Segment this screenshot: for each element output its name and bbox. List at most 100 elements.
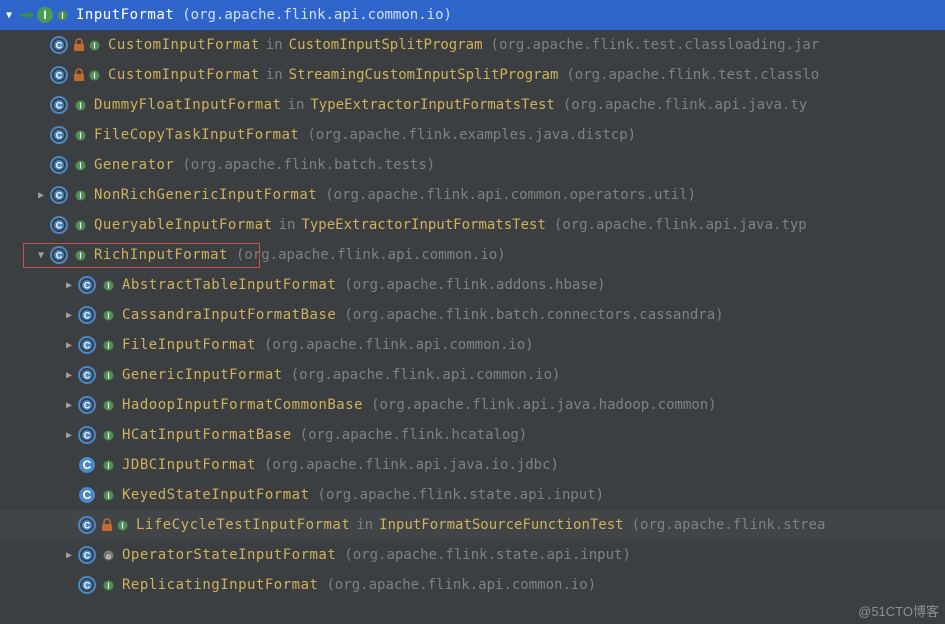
enclosing-class-name: InputFormatSourceFunctionTest [379,517,623,533]
class-icon [78,486,96,504]
implements-badge-icon [103,400,114,411]
package-name: (org.apache.flink.api.common.io) [326,577,596,593]
class-name: AbstractTableInputFormat [122,277,336,293]
implements-badge-icon [75,160,86,171]
implements-badge-icon [103,430,114,441]
class-name: GenericInputFormat [122,367,283,383]
tree-item[interactable]: ▶ GenericInputFormat (org.apache.flink.api… [0,360,945,390]
expand-right-icon[interactable]: ▶ [60,310,78,321]
tree-item[interactable]: ▶DummyFloatInputFormatinTypeExtractorInp… [0,90,945,120]
tree-item[interactable]: ▶ CassandraInputFormatBase (org.apache.fli… [0,300,945,330]
abstract-class-icon [78,396,96,414]
implements-badge-icon [89,70,100,81]
package-name: (org.apache.flink.state.api.input) [344,547,631,563]
implements-badge-icon [103,310,114,321]
expand-down-icon[interactable]: ▼ [0,10,18,21]
tree-root[interactable]: ▼ InputFormat (org.apache.flink.api.common… [0,0,945,30]
package-name: (org.apache.flink.batch.connectors.cassa… [344,307,723,323]
implements-badge-icon [103,490,114,501]
class-name: JDBCInputFormat [122,457,256,473]
expand-right-icon[interactable]: ▶ [60,280,78,291]
class-name: NonRichGenericInputFormat [94,187,317,203]
abstract-class-icon [50,96,68,114]
abstract-class-icon [78,546,96,564]
expand-right-icon[interactable]: ▶ [32,190,50,201]
tree-item[interactable]: ▶ OperatorStateInputFormat (org.apache.fli… [0,540,945,570]
expand-right-icon[interactable]: ▶ [60,550,78,561]
tree-item[interactable]: ▼ RichInputFormat (org.apache.flink.api.co… [0,240,945,270]
package-name: (org.apache.flink.api.common.io) [264,337,534,353]
override-badge-icon [103,550,114,561]
tree-item[interactable]: ▶QueryableInputFormatinTypeExtractorInpu… [0,210,945,240]
abstract-class-icon [50,156,68,174]
abstract-class-icon [50,186,68,204]
tree-item[interactable]: ▶ HadoopInputFormatCommonBase (org.apache.… [0,390,945,420]
class-name: CassandraInputFormatBase [122,307,336,323]
package-name: (org.apache.flink.api.common.io) [182,7,452,23]
expand-right-icon[interactable]: ▶ [60,340,78,351]
class-name: LifeCycleTestInputFormat [136,517,350,533]
abstract-class-icon [50,36,68,54]
tree-item[interactable]: ▶CustomInputFormatinCustomInputSplitProg… [0,30,945,60]
tree-item[interactable]: ▶Generator(org.apache.flink.batch.tests) [0,150,945,180]
tree-item[interactable]: ▶ReplicatingInputFormat(org.apache.flink… [0,570,945,600]
tree-item[interactable]: ▶HCatInputFormatBase(org.apache.flink.hc… [0,420,945,450]
enclosing-class-name: TypeExtractorInputFormatsTest [301,217,545,233]
package-name: (org.apache.flink.batch.tests) [182,157,435,173]
package-name: (org.apache.flink.examples.java.distcp) [307,127,636,143]
implements-badge-icon [75,100,86,111]
expand-right-icon[interactable]: ▶ [60,370,78,381]
class-name: QueryableInputFormat [94,217,273,233]
tree-item[interactable]: ▶LifeCycleTestInputFormatinInputFormatSo… [0,510,945,540]
tree-item[interactable]: ▶FileInputFormat(org.apache.flink.api.co… [0,330,945,360]
class-name: InputFormat [76,7,174,23]
abstract-class-icon [50,66,68,84]
expand-right-icon[interactable]: ▶ [60,430,78,441]
in-keyword: in [356,517,373,533]
implements-badge-icon [75,190,86,201]
expand-right-icon[interactable]: ▶ [60,400,78,411]
package-name: (org.apache.flink.api.java.typ [554,217,807,233]
class-name: Generator [94,157,174,173]
tree-item[interactable]: ▶CustomInputFormatinStreamingCustomInput… [0,60,945,90]
package-name: (org.apache.flink.api.java.ty [563,97,807,113]
package-name: (org.apache.flink.addons.hbase) [344,277,605,293]
interface-icon [36,6,54,24]
class-name: CustomInputFormat [108,37,260,53]
package-name: (org.apache.flink.api.java.hadoop.common… [371,397,717,413]
package-name: (org.apache.flink.api.common.io) [236,247,506,263]
in-keyword: in [266,37,283,53]
class-name: HadoopInputFormatCommonBase [122,397,363,413]
lock-icon [100,518,114,532]
tree-item[interactable]: ▶ AbstractTableInputFormat (org.apache.fli… [0,270,945,300]
implements-badge-icon [103,280,114,291]
enclosing-class-name: StreamingCustomInputSplitProgram [289,67,559,83]
implements-badge-icon [75,130,86,141]
class-name: DummyFloatInputFormat [94,97,282,113]
expand-down-icon[interactable]: ▼ [32,250,50,261]
class-name: FileCopyTaskInputFormat [94,127,299,143]
package-name: (org.apache.flink.api.common.io) [291,367,561,383]
tree-item[interactable]: ▶KeyedStateInputFormat(org.apache.flink.… [0,480,945,510]
implements-badge-icon [75,250,86,261]
class-name: OperatorStateInputFormat [122,547,336,563]
tree-item[interactable]: ▶ NonRichGenericInputFormat (org.apache.fl… [0,180,945,210]
tree-item[interactable]: ▶FileCopyTaskInputFormat(org.apache.flin… [0,120,945,150]
package-name: (org.apache.flink.api.common.operators.u… [325,187,696,203]
abstract-class-icon [50,246,68,264]
implements-badge-icon [89,40,100,51]
package-name: (org.apache.flink.strea [632,517,826,533]
package-name: (org.apache.flink.state.api.input) [318,487,605,503]
abstract-class-icon [78,306,96,324]
tree-item[interactable]: ▶JDBCInputFormat(org.apache.flink.api.ja… [0,450,945,480]
package-name: (org.apache.flink.api.java.io.jdbc) [264,457,559,473]
class-name: RichInputFormat [94,247,228,263]
abstract-class-icon [78,516,96,534]
package-name: (org.apache.flink.hcatalog) [300,427,528,443]
lock-icon [72,68,86,82]
abstract-class-icon [78,576,96,594]
in-keyword: in [279,217,296,233]
navigate-in-icon [18,8,38,22]
implements-badge-icon [117,520,128,531]
abstract-class-icon [50,126,68,144]
